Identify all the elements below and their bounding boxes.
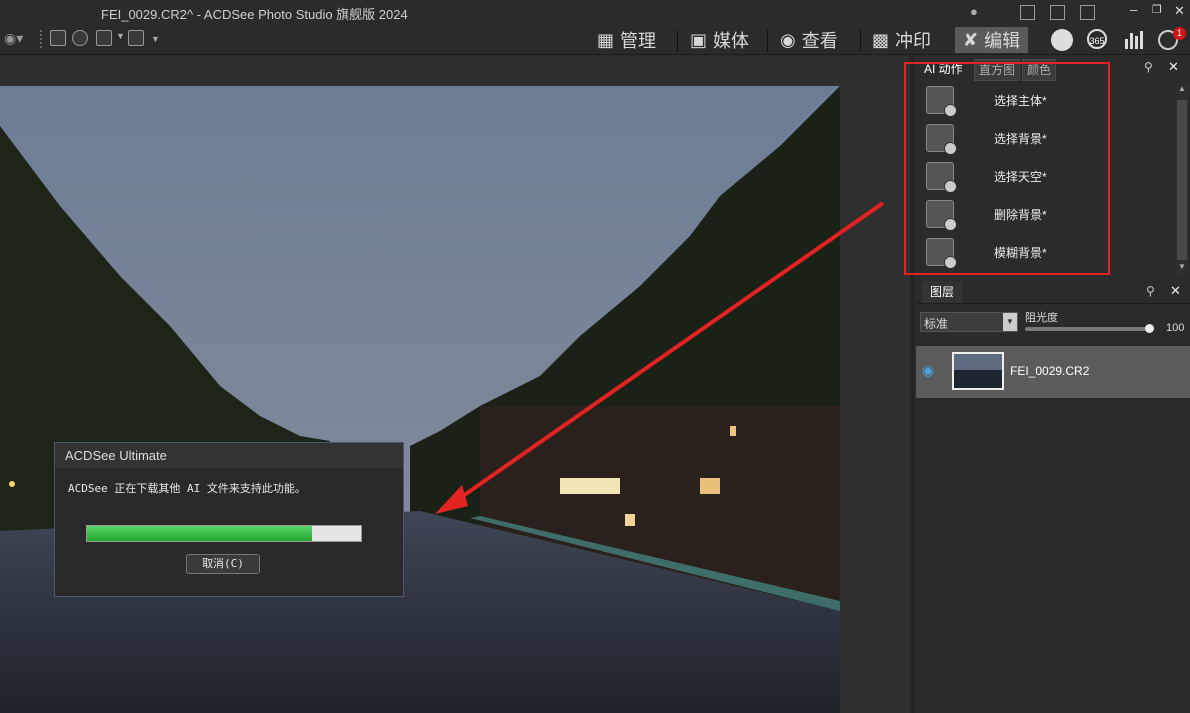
close-panel-icon[interactable]: ✕: [1170, 283, 1181, 299]
layer-row[interactable]: ◉ FEI_0029.CR2: [916, 346, 1190, 398]
opacity-value: 100: [1166, 322, 1185, 334]
progress-fill: [87, 526, 312, 541]
layer-thumbnail: [952, 352, 1004, 390]
download-progress-bar: [86, 525, 362, 542]
ai-select-subject[interactable]: 选择主体*: [922, 81, 1172, 119]
layers-panel-header: 图层 ⚲ ✕: [916, 281, 1190, 304]
opacity-label: 阻光度: [1025, 312, 1058, 324]
ai-remove-background[interactable]: 删除背景*: [922, 195, 1172, 233]
scroll-up-icon[interactable]: ▲: [1178, 84, 1186, 93]
select-sky-icon: [926, 162, 957, 193]
remove-background-icon: [926, 200, 957, 231]
pin-icon[interactable]: ⚲: [1144, 60, 1153, 74]
dialog-title: ACDSee Ultimate: [55, 443, 403, 468]
download-dialog: ACDSee Ultimate ACDSee 正在下载其他 AI 文件来支持此功…: [54, 442, 404, 597]
tab-histogram[interactable]: 直方图: [974, 59, 1021, 81]
scroll-down-icon[interactable]: ▼: [1178, 262, 1186, 271]
opacity-slider-handle[interactable]: [1145, 324, 1154, 333]
close-panel-icon[interactable]: ✕: [1168, 59, 1179, 75]
ai-panel-scrollbar[interactable]: ▲ ▼: [1176, 84, 1188, 274]
tab-color[interactable]: 颜色: [1022, 59, 1057, 81]
blend-mode-value: 标准: [924, 317, 949, 331]
cancel-button[interactable]: 取消(C): [186, 554, 260, 574]
tab-ai-actions[interactable]: AI 动作: [920, 59, 967, 79]
select-subject-icon: [926, 86, 957, 117]
eye-icon[interactable]: ◉: [922, 362, 934, 379]
dialog-message: ACDSee 正在下载其他 AI 文件来支持此功能。: [68, 482, 306, 495]
scrollbar-thumb[interactable]: [1177, 100, 1187, 260]
ai-blur-background[interactable]: 模糊背景*: [922, 233, 1172, 271]
opacity-slider[interactable]: [1025, 324, 1154, 333]
pin-icon[interactable]: ⚲: [1146, 284, 1155, 298]
blend-mode-select[interactable]: 标准 ▼: [920, 312, 1018, 332]
layer-name: FEI_0029.CR2: [1010, 364, 1090, 378]
chevron-down-icon[interactable]: ▼: [1003, 313, 1017, 331]
thumbnail-sky: [954, 354, 1002, 370]
ai-select-sky[interactable]: 选择天空*: [922, 157, 1172, 195]
ai-select-background[interactable]: 选择背景*: [922, 119, 1172, 157]
select-background-icon: [926, 124, 957, 155]
tab-layers[interactable]: 图层: [922, 281, 963, 303]
blur-background-icon: [926, 238, 957, 269]
